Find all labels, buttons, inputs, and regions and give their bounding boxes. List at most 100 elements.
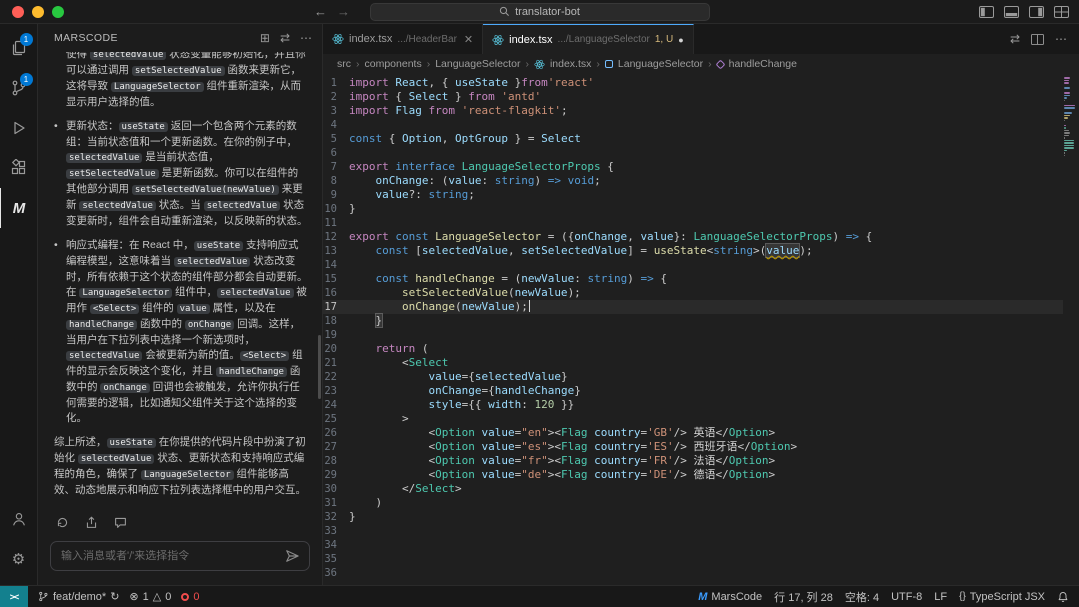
code-line[interactable]: 3import Flag from 'react-flagkit'; [323, 104, 1063, 118]
breadcrumb-item[interactable]: LanguageSelector [435, 58, 520, 70]
breadcrumb-item[interactable]: index.tsx [550, 58, 591, 70]
line-number[interactable]: 29 [323, 468, 349, 482]
new-chat-icon[interactable]: ⊞ [260, 31, 270, 45]
code-line[interactable]: 7export interface LanguageSelectorProps … [323, 160, 1063, 174]
customize-layout-icon[interactable] [1054, 6, 1069, 18]
line-number[interactable]: 11 [323, 216, 349, 230]
code-line[interactable]: 18 } [323, 314, 1063, 328]
command-center-search[interactable]: translator-bot [370, 3, 710, 21]
breadcrumb-item[interactable]: handleChange [729, 58, 797, 70]
language-mode-item[interactable]: {} TypeScript JSX [959, 591, 1045, 603]
eol-item[interactable]: LF [934, 591, 947, 603]
line-number[interactable]: 5 [323, 132, 349, 146]
code-line[interactable]: 34 [323, 538, 1063, 552]
line-number[interactable]: 3 [323, 104, 349, 118]
line-number[interactable]: 33 [323, 524, 349, 538]
line-number[interactable]: 19 [323, 328, 349, 342]
code-line[interactable]: 20 return ( [323, 342, 1063, 356]
line-number[interactable]: 13 [323, 244, 349, 258]
code-line[interactable]: 14 [323, 258, 1063, 272]
remote-indicator[interactable]: >< [0, 586, 28, 607]
problems-item[interactable]: ⊗ 1 △ 0 [129, 590, 171, 603]
code-line[interactable]: 31 ) [323, 496, 1063, 510]
line-number[interactable]: 28 [323, 454, 349, 468]
code-line[interactable]: 17 onChange(newValue); [323, 300, 1063, 314]
line-number[interactable]: 17 [323, 300, 349, 314]
code-line[interactable]: 19 [323, 328, 1063, 342]
close-window-button[interactable] [12, 6, 24, 18]
line-number[interactable]: 4 [323, 118, 349, 132]
code-line[interactable]: 24 style={{ width: 120 }} [323, 398, 1063, 412]
code-line[interactable]: 1import React, { useState }from'react' [323, 76, 1063, 90]
line-number[interactable]: 24 [323, 398, 349, 412]
encoding-item[interactable]: UTF-8 [891, 591, 922, 603]
line-number[interactable]: 2 [323, 90, 349, 104]
line-number[interactable]: 10 [323, 202, 349, 216]
settings-button[interactable]: ⚙ [0, 539, 38, 579]
compare-changes-icon[interactable]: ⇄ [1010, 32, 1020, 46]
chat-messages[interactable]: seState(value) 中的 value 表示状态的初始值。在这个例子中，… [38, 52, 322, 509]
code-line[interactable]: 2import { Select } from 'antd' [323, 90, 1063, 104]
editor-more-actions-icon[interactable]: ⋯ [1055, 32, 1067, 46]
code-line[interactable]: 32} [323, 510, 1063, 524]
code-line[interactable]: 15 const handleChange = (newValue: strin… [323, 272, 1063, 286]
sidebar-item-explorer[interactable]: 1 [0, 28, 38, 68]
line-number[interactable]: 14 [323, 258, 349, 272]
code-line[interactable]: 26 <Option value="en"><Flag country='GB'… [323, 426, 1063, 440]
code-line[interactable]: 9 value?: string; [323, 188, 1063, 202]
code-line[interactable]: 4 [323, 118, 1063, 132]
record-item[interactable]: 0 [181, 591, 199, 603]
line-number[interactable]: 16 [323, 286, 349, 300]
code-line[interactable]: 11 [323, 216, 1063, 230]
indentation-item[interactable]: 空格: 4 [845, 589, 879, 605]
code-line[interactable]: 33 [323, 524, 1063, 538]
code-line[interactable]: 21 <Select [323, 356, 1063, 370]
code-line[interactable]: 30 </Select> [323, 482, 1063, 496]
comment-icon[interactable] [114, 516, 127, 529]
line-number[interactable]: 22 [323, 370, 349, 384]
notifications-bell-icon[interactable] [1057, 591, 1069, 603]
breadcrumb-item[interactable]: components [365, 58, 422, 70]
line-number[interactable]: 35 [323, 552, 349, 566]
line-number[interactable]: 25 [323, 412, 349, 426]
line-number[interactable]: 34 [323, 538, 349, 552]
code-line[interactable]: 23 onChange={handleChange} [323, 384, 1063, 398]
tab-index-languageselector[interactable]: index.tsx .../LanguageSelector 1, U ● [483, 24, 694, 54]
cursor-position-item[interactable]: 行 17, 列 28 [774, 589, 833, 605]
modified-dot-icon[interactable]: ● [678, 35, 683, 45]
minimap[interactable] [1064, 77, 1077, 166]
sidebar-item-marscode[interactable]: M [0, 188, 38, 228]
code-line[interactable]: 12export const LanguageSelector = ({onCh… [323, 230, 1063, 244]
git-branch-item[interactable]: feat/demo* ↻ [38, 590, 119, 603]
sidebar-item-run-debug[interactable] [0, 108, 38, 148]
code-line[interactable]: 16 setSelectedValue(newValue); [323, 286, 1063, 300]
sidebar-item-extensions[interactable] [0, 148, 38, 188]
line-number[interactable]: 21 [323, 356, 349, 370]
code-line[interactable]: 5const { Option, OptGroup } = Select [323, 132, 1063, 146]
toggle-secondary-sidebar-icon[interactable] [1029, 6, 1044, 18]
code-line[interactable]: 8 onChange: (value: string) => void; [323, 174, 1063, 188]
line-number[interactable]: 36 [323, 566, 349, 580]
code-editor[interactable]: 1import React, { useState }from'react'2i… [323, 74, 1079, 585]
split-editor-icon[interactable] [1031, 34, 1044, 45]
breadcrumb-item[interactable]: src [337, 58, 351, 70]
line-number[interactable]: 27 [323, 440, 349, 454]
code-line[interactable]: 27 <Option value="es"><Flag country='ES'… [323, 440, 1063, 454]
line-number[interactable]: 9 [323, 188, 349, 202]
toggle-panel-icon[interactable] [1004, 6, 1019, 18]
code-line[interactable]: 28 <Option value="fr"><Flag country='FR'… [323, 454, 1063, 468]
marscode-status-item[interactable]: M MarsCode [698, 591, 762, 603]
breadcrumb-item[interactable]: LanguageSelector [618, 58, 703, 70]
line-number[interactable]: 30 [323, 482, 349, 496]
line-number[interactable]: 12 [323, 230, 349, 244]
navigate-back-icon[interactable]: ← [314, 4, 327, 19]
minimize-window-button[interactable] [32, 6, 44, 18]
code-line[interactable]: 22 value={selectedValue} [323, 370, 1063, 384]
line-number[interactable]: 20 [323, 342, 349, 356]
code-line[interactable]: 13 const [selectedValue, setSelectedValu… [323, 244, 1063, 258]
navigate-forward-icon[interactable]: → [337, 4, 350, 19]
line-number[interactable]: 32 [323, 510, 349, 524]
line-number[interactable]: 8 [323, 174, 349, 188]
line-number[interactable]: 31 [323, 496, 349, 510]
scrollbar-thumb[interactable] [318, 335, 321, 399]
